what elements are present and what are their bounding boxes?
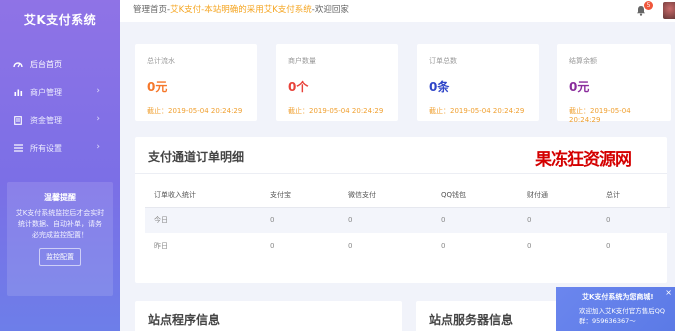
stat-card-orders: 订单总数 0条 截止：2019-05-04 20:24:29 (417, 44, 539, 121)
avatar[interactable] (663, 2, 675, 19)
site-program-card: 站点程序信息 (135, 301, 402, 331)
sidebar-item-label: 商户管理 (30, 87, 62, 97)
monitor-notice: 温馨提醒 艾K支付系统监控后才会实时统计数据、自动补单，请务必完成监控配置！ 监… (7, 182, 113, 296)
sidebar-item-label: 资金管理 (30, 115, 62, 125)
stat-timestamp: 截止：2019-05-04 20:24:29 (429, 107, 525, 115)
promo-line: 欢迎加入艾K支付官方售后QQ (579, 307, 665, 315)
stat-timestamp: 截止：2019-05-04 20:24:29 (288, 107, 384, 115)
sidebar-item-label: 后台首页 (30, 59, 62, 69)
bar-chart-icon (12, 87, 24, 97)
chevron-right-icon: › (96, 142, 100, 152)
table-cell: 昨日 (154, 242, 168, 250)
breadcrumb: 管理首页-艾K支付-本站明确的采用艾K支付系统-欢迎回家 (133, 3, 349, 15)
chevron-right-icon: › (96, 86, 100, 96)
column-header: 订单收入统计 (145, 183, 261, 208)
card-title: 支付通道订单明细 (148, 150, 245, 164)
stat-value: 0个 (288, 80, 309, 94)
table-row: 今日 0 0 0 0 0 (145, 207, 670, 233)
table-cell: 0 (518, 207, 597, 233)
dashboard-icon (12, 59, 24, 69)
sidebar-item-funds[interactable]: 资金管理 › (0, 106, 120, 134)
divider (135, 173, 667, 174)
stat-card-merchants: 商户数量 0个 截止：2019-05-04 20:24:29 (276, 44, 398, 121)
list-icon (12, 143, 24, 153)
column-header: 总计 (597, 183, 670, 208)
stat-label: 结算余额 (569, 57, 597, 65)
table-cell: 0 (441, 242, 446, 250)
stat-value: 0元 (569, 80, 590, 94)
table-header-row: 订单收入统计 支付宝 微信支付 QQ钱包 财付通 总计 (145, 183, 670, 208)
column-header: 微信支付 (339, 183, 432, 208)
stat-timestamp: 截止：2019-05-04 20:24:29 (569, 107, 631, 124)
card-title: 站点程序信息 (148, 313, 221, 327)
table-cell: 0 (348, 242, 353, 250)
stat-card-balance: 结算余额 0元 截止：2019-05-04 20:24:29 (557, 44, 671, 124)
card-title: 站点服务器信息 (429, 313, 514, 327)
table-row: 昨日 0 0 0 0 0 (145, 233, 670, 259)
sidebar-item-dashboard[interactable]: 后台首页 (0, 50, 120, 78)
chevron-right-icon: › (96, 114, 100, 124)
table-cell: 0 (597, 207, 670, 233)
stat-label: 总计流水 (147, 57, 175, 65)
document-icon (12, 115, 24, 125)
sidebar-nav: 后台首页 商户管理 › 资金管理 › 所有设置 › (0, 50, 120, 162)
table-cell: 今日 (145, 207, 261, 233)
table-cell: 0 (261, 207, 339, 233)
sidebar-item-merchants[interactable]: 商户管理 › (0, 78, 120, 106)
table-cell: 0 (339, 207, 432, 233)
promo-line: 群：959636367～ (579, 317, 636, 325)
notice-title: 温馨提醒 (44, 193, 76, 202)
order-summary-card: 支付通道订单明细 果冻狂资源网 订单收入统计 支付宝 微信支付 QQ钱包 财付通… (135, 137, 670, 283)
sidebar-item-label: 所有设置 (30, 143, 62, 153)
column-header: QQ钱包 (432, 183, 518, 208)
close-icon[interactable]: × (665, 288, 672, 297)
breadcrumb-home[interactable]: 管理首页- (133, 5, 170, 15)
notice-text: 艾K支付系统监控后才会实时统计数据、自动补单，请务必完成监控配置！ (15, 209, 105, 239)
sidebar: 艾K支付系统 后台首页 商户管理 › 资金管理 › 所有设置 › 温馨提醒 艾K… (0, 0, 120, 331)
watermark-stamp: 果冻狂资源网 (535, 150, 632, 170)
stat-value: 0元 (147, 80, 168, 94)
stat-value: 0条 (429, 80, 450, 94)
top-bar: 管理首页-艾K支付-本站明确的采用艾K支付系统-欢迎回家 5 (120, 0, 675, 22)
stat-label: 订单总数 (429, 57, 457, 65)
column-header: 支付宝 (261, 183, 339, 208)
table-cell: 0 (527, 242, 532, 250)
breadcrumb-welcome: -欢迎回家 (311, 5, 349, 15)
table-cell: 0 (432, 207, 518, 233)
breadcrumb-site: 艾K支付-本站明确的采用艾K支付系统 (170, 5, 312, 15)
column-header: 财付通 (518, 183, 597, 208)
stat-label: 商户数量 (288, 57, 316, 65)
brand-logo[interactable]: 艾K支付系统 (0, 0, 120, 38)
order-table: 订单收入统计 支付宝 微信支付 QQ钱包 财付通 总计 今日 0 0 0 0 0… (145, 183, 670, 259)
table-cell: 0 (606, 242, 611, 250)
sidebar-item-settings[interactable]: 所有设置 › (0, 134, 120, 162)
promo-title: 艾K支付系统为您商城! (582, 293, 654, 301)
monitor-config-button[interactable]: 监控配置 (39, 248, 81, 266)
stat-card-revenue: 总计流水 0元 截止：2019-05-04 20:24:29 (135, 44, 257, 121)
promo-popup: × 艾K支付系统为您商城! 欢迎加入艾K支付官方售后QQ 群：959636367… (556, 287, 675, 331)
stat-timestamp: 截止：2019-05-04 20:24:29 (147, 107, 243, 115)
promo-text: 欢迎加入艾K支付官方售后QQ 群：959636367～ (579, 306, 665, 326)
notification-badge: 5 (644, 1, 653, 10)
table-cell: 0 (270, 242, 275, 250)
